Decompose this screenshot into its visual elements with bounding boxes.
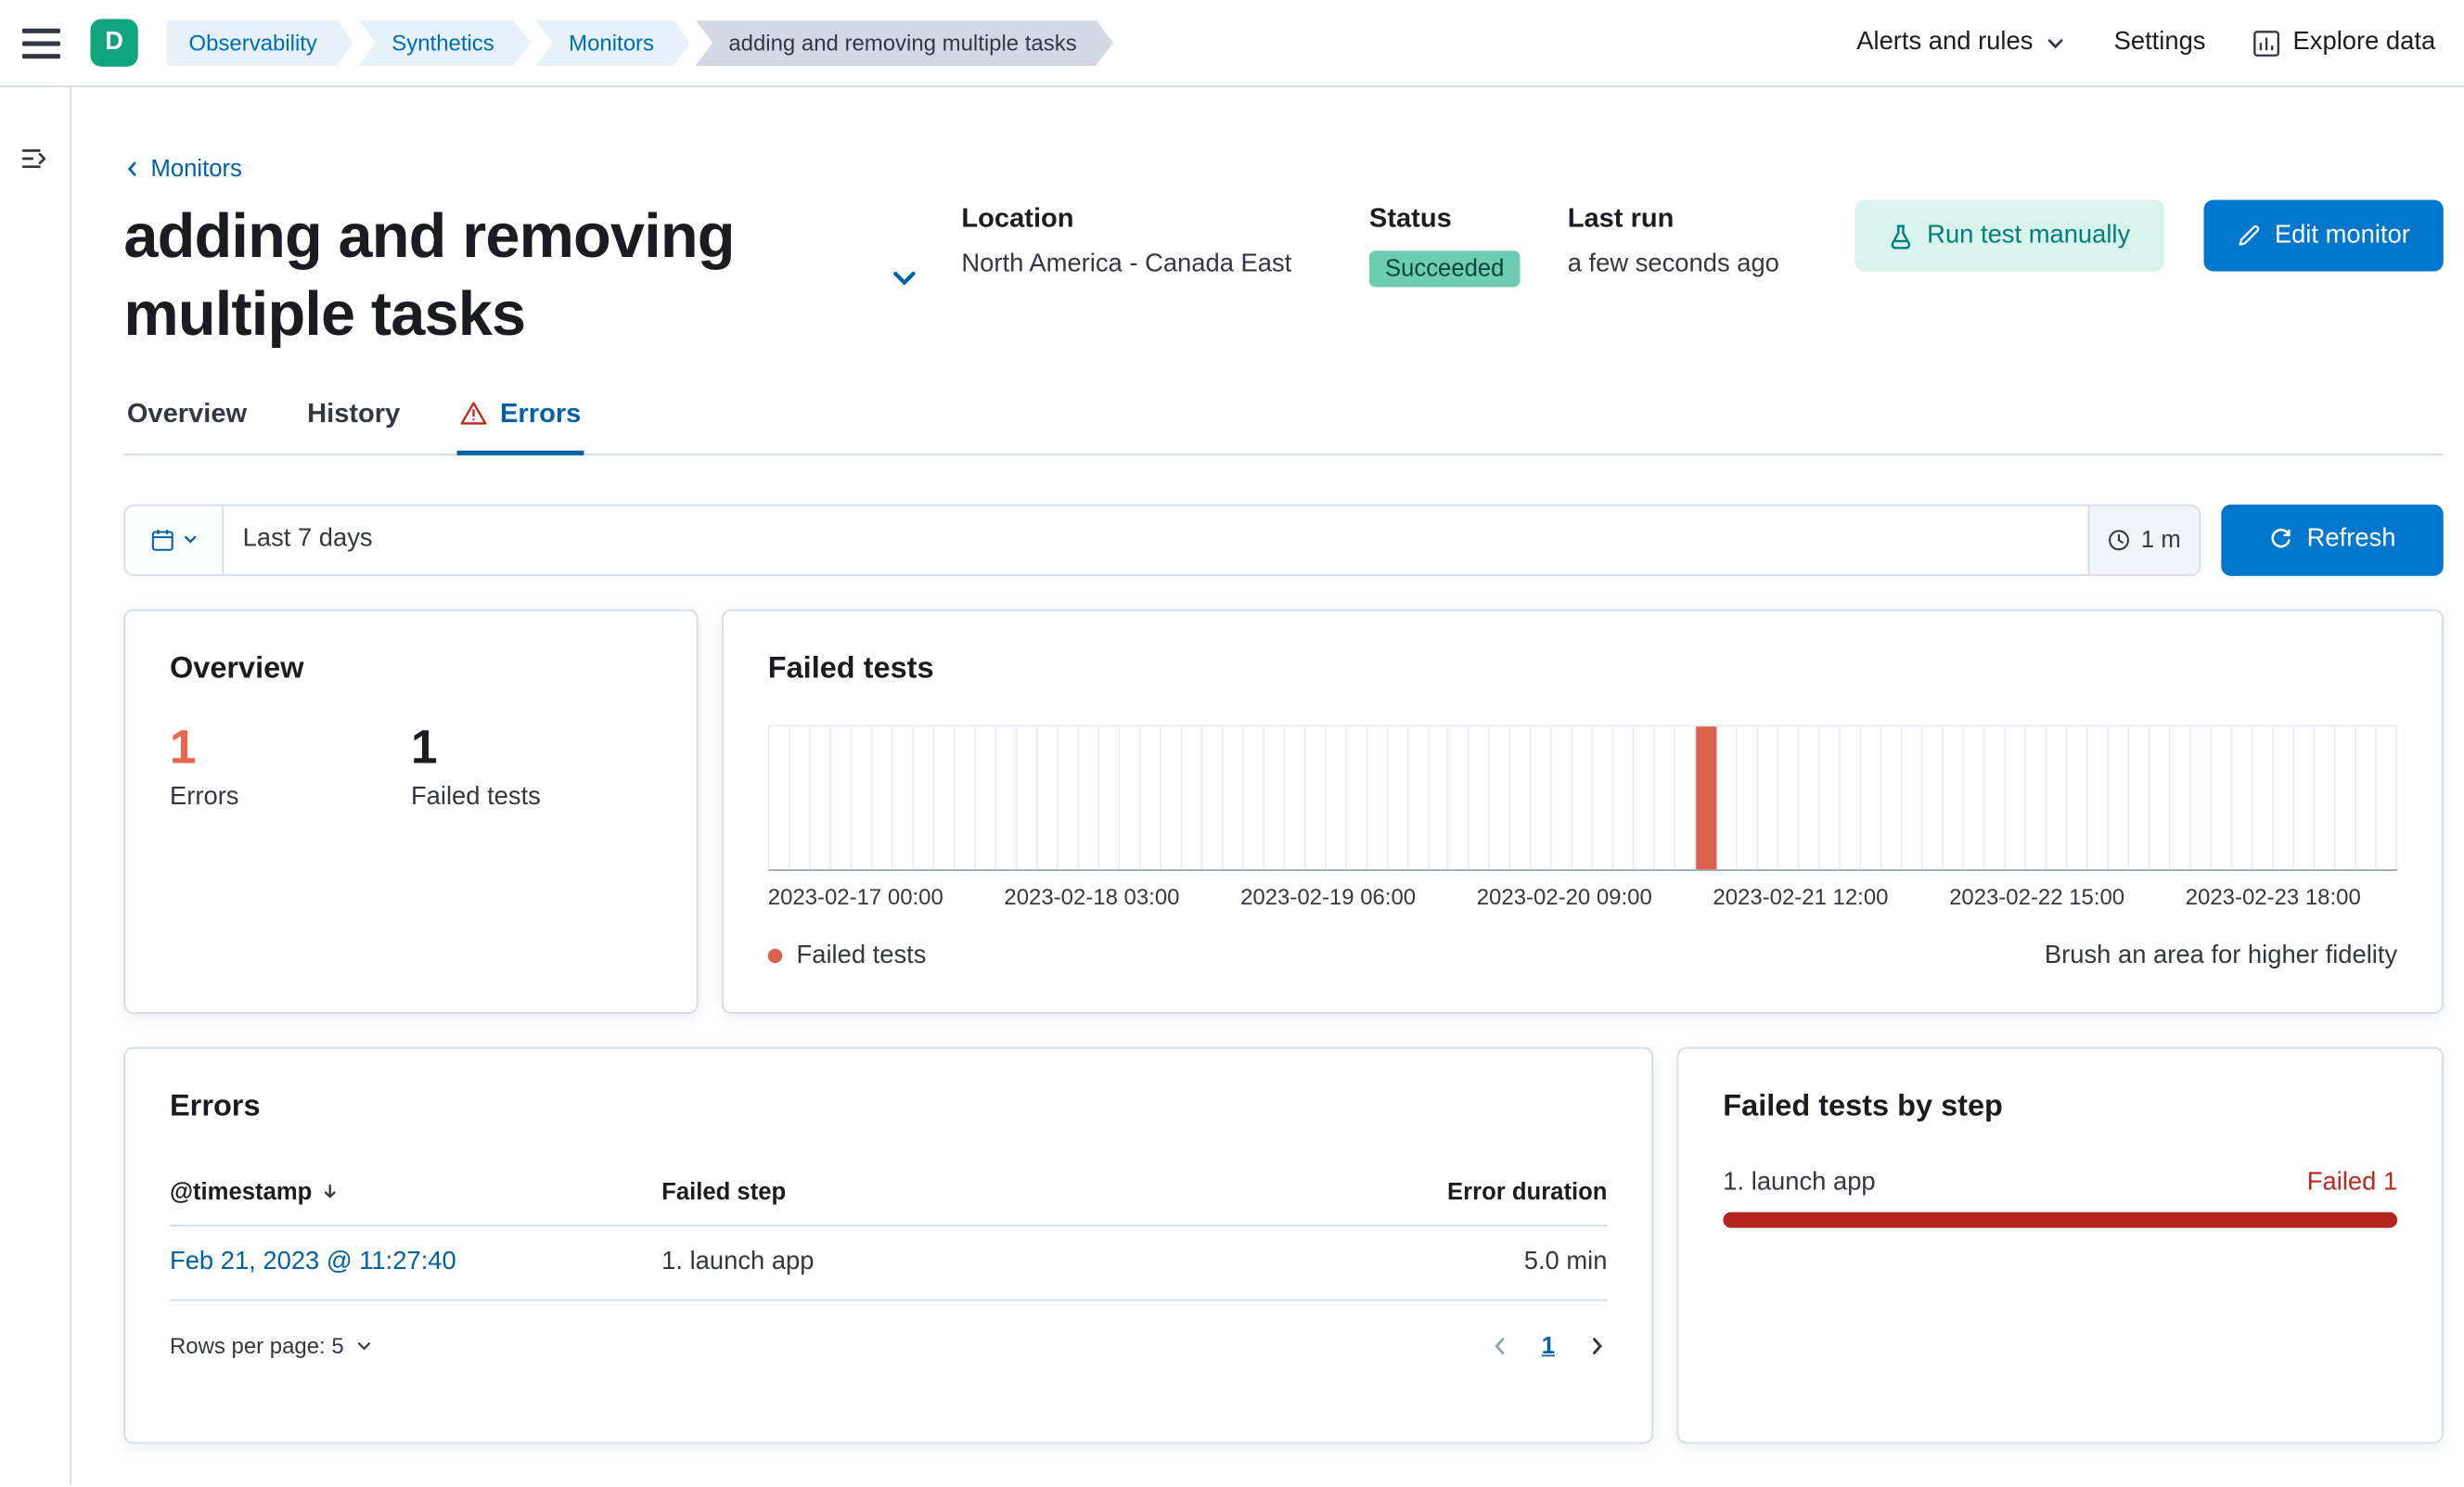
step-item: 1. launch app Failed 1 [1723, 1168, 2398, 1227]
errors-card-title: Errors [169, 1089, 261, 1122]
last-run-value: a few seconds ago [1567, 250, 1779, 278]
left-nav-rail [0, 87, 71, 1485]
breadcrumb-synthetics[interactable]: Synthetics [358, 19, 531, 66]
auto-refresh-interval-button[interactable]: 1 m [2087, 505, 2200, 574]
x-axis-tick: 2023-02-21 12:00 [1713, 882, 1889, 909]
x-axis-tick: 2023-02-22 15:00 [1949, 882, 2125, 909]
topbar-right-actions: Alerts and rules Settings Explore data [1856, 29, 2435, 58]
failed-tests-plot[interactable] [767, 724, 2398, 871]
last-run-label: Last run [1567, 202, 1675, 234]
location-label: Location [961, 202, 1074, 234]
super-date-picker: Last 7 days 1 m [123, 503, 2201, 575]
chart-legend: Failed tests [767, 942, 926, 970]
overview-card: Overview 1 Errors 1 Failed tests [123, 608, 699, 1013]
failed-tests-by-step-card: Failed tests by step 1. launch app Faile… [1676, 1045, 2444, 1443]
failed-tests-by-step-title: Failed tests by step [1723, 1089, 2003, 1122]
monitor-tabs: Overview History Errors [123, 397, 2444, 455]
step-result: Failed 1 [2306, 1168, 2398, 1196]
step-progress-track [1723, 1211, 2398, 1227]
status-badge: Succeeded [1368, 250, 1521, 288]
settings-link[interactable]: Settings [2114, 29, 2206, 58]
table-row: Feb 21, 2023 @ 11:27:40 1. launch app 5.… [169, 1225, 1608, 1301]
breadcrumb: Observability Synthetics Monitors adding… [167, 19, 1113, 66]
deployment-avatar[interactable]: D [90, 19, 138, 67]
x-axis-tick: 2023-02-18 03:00 [1004, 882, 1180, 909]
tab-errors[interactable]: Errors [456, 397, 584, 455]
status-label: Status [1368, 202, 1452, 234]
alerts-and-rules-menu[interactable]: Alerts and rules [1856, 29, 2066, 58]
x-axis-tick: 2023-02-23 18:00 [2185, 882, 2361, 909]
error-duration: 5.0 min [1523, 1248, 1608, 1275]
menu-right-icon [20, 145, 49, 173]
chevron-down-icon [182, 532, 198, 547]
page-title: adding and removing multiple tasks [123, 202, 735, 349]
run-test-manually-button[interactable]: Run test manually [1854, 199, 2164, 272]
clock-refresh-icon [2108, 528, 2132, 552]
next-page-button[interactable] [1586, 1335, 1607, 1355]
failed-tests-chart: 2023-02-17 00:00 2023-02-18 03:00 2023-0… [767, 724, 2398, 970]
edit-monitor-button[interactable]: Edit monitor [2202, 199, 2444, 272]
monitor-select-dropdown-button[interactable] [889, 262, 920, 293]
x-axis-tick: 2023-02-17 00:00 [767, 882, 943, 909]
failed-tests-card-title: Failed tests [767, 651, 934, 685]
back-to-monitors-link[interactable]: Monitors [123, 156, 242, 183]
calendar-icon [150, 528, 174, 552]
warning-triangle-icon [460, 402, 487, 426]
explore-data-icon [2253, 30, 2280, 57]
hamburger-icon [21, 27, 60, 33]
date-range-display[interactable]: Last 7 days [224, 525, 2088, 554]
monitor-meta: Location North America - Canada East Sta… [961, 203, 1805, 288]
tab-history[interactable]: History [304, 397, 404, 453]
pencil-icon [2237, 224, 2261, 248]
failed-step-bar-fill [1723, 1211, 2398, 1227]
failed-tests-card: Failed tests 2023-02-17 00:00 2023-02-18… [722, 608, 2444, 1013]
refresh-button[interactable]: Refresh [2221, 503, 2444, 575]
top-navigation-bar: D Observability Synthetics Monitors addi… [0, 0, 2464, 88]
monitor-header: adding and removing multiple tasks Locat… [123, 199, 2444, 354]
failed-tests-legend-dot [767, 948, 783, 964]
refresh-icon [2269, 528, 2293, 552]
failed-tests-bar[interactable] [1696, 725, 1718, 869]
chevron-down-icon [2046, 32, 2066, 53]
overview-stats: 1 Errors 1 Failed tests [170, 721, 652, 811]
date-quick-select-button[interactable] [125, 505, 225, 574]
breadcrumb-observability[interactable]: Observability [167, 19, 354, 66]
x-axis-tick: 2023-02-20 09:00 [1476, 882, 1652, 909]
x-axis-tick: 2023-02-19 06:00 [1240, 882, 1417, 909]
menu-button[interactable] [21, 19, 70, 67]
timestamp-column-header[interactable]: @timestamp [170, 1178, 661, 1205]
error-timestamp-link[interactable]: Feb 21, 2023 @ 11:27:40 [170, 1248, 661, 1276]
rows-per-page-button[interactable]: Rows per page: 5 [170, 1333, 372, 1358]
previous-page-button[interactable] [1489, 1335, 1509, 1355]
chevron-down-icon [355, 1337, 373, 1354]
page-number-1[interactable]: 1 [1542, 1332, 1555, 1359]
chevron-left-icon [123, 160, 141, 178]
breadcrumb-monitors[interactable]: Monitors [535, 19, 690, 66]
beaker-icon [1887, 223, 1912, 249]
explore-data-button[interactable]: Explore data [2253, 29, 2435, 58]
monitor-actions: Run test manually Edit monitor [1854, 199, 2444, 272]
failed-tests-stat: 1 Failed tests [410, 721, 541, 811]
errors-table-header: @timestamp Failed step Error duration [169, 1177, 1608, 1226]
date-picker-bar: Last 7 days 1 m Refresh [123, 503, 2444, 575]
brush-hint-text: Brush an area for higher fidelity [2044, 942, 2398, 969]
errors-card: Errors @timestamp Failed step Error dura… [123, 1045, 1654, 1443]
error-duration-column-header: Error duration [1446, 1177, 1608, 1205]
tab-overview[interactable]: Overview [123, 397, 250, 453]
error-failed-step: 1. launch app [661, 1248, 815, 1275]
pagination: 1 [1489, 1332, 1607, 1359]
step-name: 1. launch app [1723, 1168, 1876, 1196]
main-content: Monitors adding and removing multiple ta… [71, 87, 2464, 1485]
location-value: North America - Canada East [961, 250, 1292, 278]
x-axis-ticks: 2023-02-17 00:00 2023-02-18 03:00 2023-0… [768, 883, 2361, 908]
breadcrumb-current-page: adding and removing multiple tasks [695, 19, 1113, 66]
expand-nav-button[interactable] [20, 145, 49, 173]
errors-table: @timestamp Failed step Error duration Fe… [169, 1177, 1608, 1301]
app-viewport: D Observability Synthetics Monitors addi… [0, 0, 2464, 1487]
overview-card-title: Overview [169, 651, 304, 685]
errors-stat: 1 Errors [169, 721, 239, 811]
failed-step-column-header: Failed step [661, 1177, 787, 1205]
sort-descending-icon [320, 1182, 340, 1201]
